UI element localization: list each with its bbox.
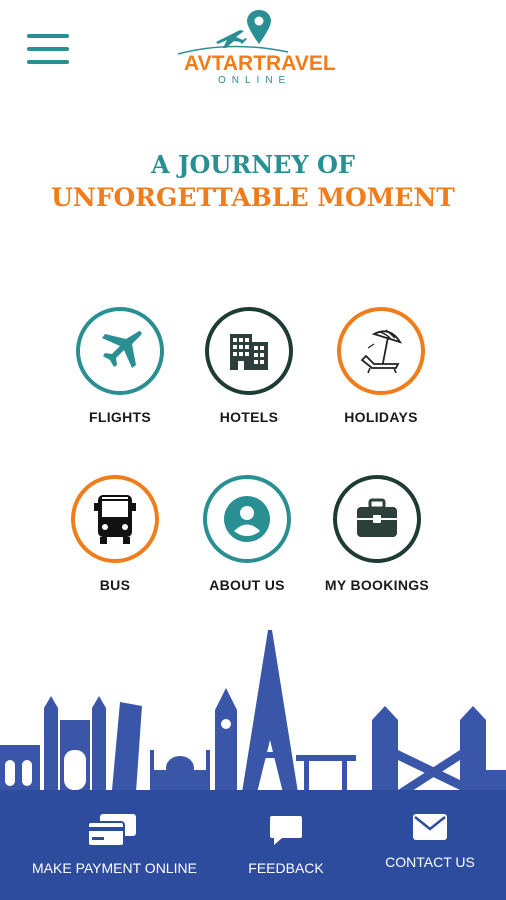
make-payment-online-button[interactable]: MAKE PAYMENT ONLINE (32, 790, 197, 876)
logo-plane-pin-icon (177, 10, 289, 55)
bus-ring (71, 475, 159, 563)
building-icon (230, 334, 268, 370)
headline-line-2: UNFORGETTABLE MOMENT (51, 183, 455, 212)
holidays-ring (337, 307, 425, 395)
tile-flights[interactable]: FLIGHTS (55, 307, 185, 425)
app-logo: AVTARTRAVEL ONLINE (170, 8, 340, 86)
chat-bubble-icon (270, 816, 302, 845)
logo-text: AVTARTRAVEL (184, 52, 336, 75)
credit-cards-icon (87, 814, 136, 847)
beach-umbrella-icon (360, 329, 403, 374)
tile-label-about-us: ABOUT US (209, 577, 285, 593)
tile-label-my-bookings: MY BOOKINGS (324, 577, 430, 593)
tile-bus[interactable]: BUS (50, 475, 180, 593)
hotels-ring (205, 307, 293, 395)
bus-icon (94, 495, 136, 544)
logo-subtext: ONLINE (218, 75, 292, 86)
hamburger-menu-button[interactable] (27, 34, 69, 68)
footer-label-contact: CONTACT US (385, 854, 475, 870)
envelope-icon (413, 814, 447, 840)
feedback-button[interactable]: FEEDBACK (236, 790, 336, 876)
tile-my-bookings[interactable]: MY BOOKINGS (312, 475, 442, 593)
headline-line-1: A JOURNEY OF (151, 150, 355, 179)
briefcase-icon (357, 498, 397, 537)
tile-hotels[interactable]: HOTELS (184, 307, 314, 425)
tile-label-flights: FLIGHTS (89, 409, 151, 425)
contact-us-button[interactable]: CONTACT US (380, 790, 480, 870)
tile-label-holidays: HOLIDAYS (344, 409, 418, 425)
hamburger-icon (27, 34, 69, 38)
tile-label-bus: BUS (99, 577, 131, 593)
tile-about-us[interactable]: ABOUT US (182, 475, 312, 593)
about-us-ring (203, 475, 291, 563)
footer-label-feedback: FEEDBACK (248, 860, 324, 876)
plane-icon (102, 331, 142, 368)
flights-ring (76, 307, 164, 395)
footer-bar: MAKE PAYMENT ONLINE FEEDBACK CONTACT US (0, 790, 506, 900)
user-icon (224, 496, 270, 542)
tile-label-hotels: HOTELS (219, 409, 279, 425)
my-bookings-ring (333, 475, 421, 563)
footer-label-payment: MAKE PAYMENT ONLINE (32, 860, 197, 876)
tile-holidays[interactable]: HOLIDAYS (316, 307, 446, 425)
